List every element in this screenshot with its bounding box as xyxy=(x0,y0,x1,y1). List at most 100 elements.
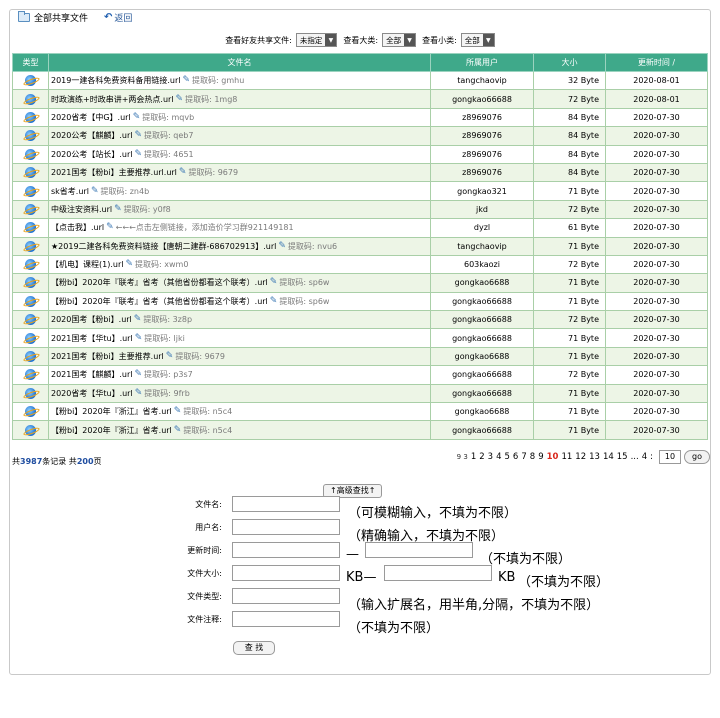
minor-select-value: 全部 xyxy=(464,35,480,45)
file-link[interactable]: 时政演练+时政串讲+两会热点.url xyxy=(51,95,174,104)
edit-note-icon[interactable]: ✎ xyxy=(135,388,143,398)
pager-link[interactable]: 8 xyxy=(530,452,535,462)
file-link[interactable]: 【点击我】.url xyxy=(51,223,104,232)
code-label: 提取码: xyxy=(287,241,315,251)
file-link[interactable]: 2019一建各科免费资料备用链接.url xyxy=(51,76,180,85)
edit-note-icon[interactable]: ✎ xyxy=(134,130,142,140)
pager-link[interactable]: 3 xyxy=(463,453,467,461)
code-value: sp6w xyxy=(308,296,330,306)
file-link[interactable]: 2021国考【麒麟】.url xyxy=(51,370,132,379)
col-header-user[interactable]: 所属用户 xyxy=(430,53,534,72)
pager-link[interactable]: 4 xyxy=(496,452,501,462)
table-row: 【粉bi】2020年『浙江』省考.url ✎ 提取码: n5c4 gongkao666… xyxy=(12,420,708,440)
cell-time: 2020-07-30 xyxy=(605,107,708,128)
size-unit-from: KB— xyxy=(346,570,377,585)
type-input[interactable] xyxy=(232,588,340,604)
pager-link[interactable]: 6 xyxy=(513,452,518,462)
size-from-input[interactable] xyxy=(232,565,340,581)
edit-note-icon[interactable]: ✎ xyxy=(182,75,190,85)
size-to-input[interactable] xyxy=(384,565,492,581)
file-link[interactable]: 2020省考【中G】.url xyxy=(51,113,131,122)
edit-note-icon[interactable]: ✎ xyxy=(278,241,286,251)
file-link[interactable]: ★2019二建各科免费资料链接【唐朝二建群-686702913】.url xyxy=(51,242,276,251)
go-button[interactable]: go xyxy=(684,450,710,464)
pager-link[interactable]: 11 xyxy=(561,452,572,462)
file-link[interactable]: 【粉bi】2020年『浙江』省考.url xyxy=(51,407,172,416)
edit-note-icon[interactable]: ✎ xyxy=(125,259,133,269)
pager-link[interactable]: 9 xyxy=(538,452,543,462)
cell-size: 71 Byte xyxy=(533,181,606,201)
file-link[interactable]: sk省考.url xyxy=(51,187,89,196)
time-to-input[interactable] xyxy=(365,542,473,558)
code-value: qeb7 xyxy=(173,131,194,141)
edit-note-icon[interactable]: ✎ xyxy=(133,112,141,122)
cell-filename: ★2019二建各科免费资料链接【唐朝二建群-686702913】.url ✎ 提取码… xyxy=(48,236,431,256)
pager-link[interactable]: 13 xyxy=(589,452,600,462)
edit-note-icon[interactable]: ✎ xyxy=(270,296,278,306)
edit-note-icon[interactable]: ✎ xyxy=(166,351,174,361)
minor-select[interactable]: 全部 ▼ xyxy=(460,33,495,47)
edit-note-icon[interactable]: ✎ xyxy=(179,167,187,177)
table-row: 时政演练+时政串讲+两会热点.url ✎ 提取码: 1mg8 gongkao66688… xyxy=(12,89,708,109)
cell-time: 2020-07-30 xyxy=(605,218,708,238)
cell-user: z8969076 xyxy=(430,144,534,164)
filename-input[interactable] xyxy=(232,496,340,512)
col-header-size[interactable]: 大小 xyxy=(533,53,606,72)
major-select[interactable]: 全部 ▼ xyxy=(382,33,417,47)
time-from-input[interactable] xyxy=(232,542,340,558)
col-header-type[interactable]: 类型 xyxy=(12,53,49,72)
back-button[interactable]: ↶ 返回 xyxy=(104,11,132,24)
friend-select[interactable]: 未指定 ▼ xyxy=(295,33,338,47)
cell-user: z8969076 xyxy=(430,162,534,183)
pager-link[interactable]: 2 xyxy=(479,452,484,462)
pager-link[interactable]: 4 xyxy=(642,452,647,462)
cell-size: 72 Byte xyxy=(533,365,606,385)
file-link[interactable]: 2020公考【麒麟】.url xyxy=(51,131,132,140)
search-submit-button[interactable]: 查 找 xyxy=(233,641,275,655)
comment-input[interactable] xyxy=(232,611,340,627)
cell-size: 71 Byte xyxy=(533,236,606,256)
col-header-filename[interactable]: 文件名 xyxy=(48,53,431,72)
file-link[interactable]: 2021国考【粉bi】主要推荐.url.url xyxy=(51,168,177,177)
edit-note-icon[interactable]: ✎ xyxy=(134,149,142,159)
pager-link[interactable]: 9 xyxy=(457,453,461,461)
pager-link[interactable]: 12 xyxy=(575,452,586,462)
header-bar: 全部共享文件 ↶ 返回 xyxy=(18,9,132,25)
pager-link[interactable]: 14 xyxy=(603,452,614,462)
file-link[interactable]: 【粉bi】2020年『联考』省考（其他省份都看这个联考）.url xyxy=(51,297,268,306)
cell-user: gongkao321 xyxy=(430,181,534,201)
page-number-input[interactable]: 10 xyxy=(659,450,681,464)
file-link[interactable]: 【粉bi】2020年『浙江』省考.url xyxy=(51,426,172,435)
edit-note-icon[interactable]: ✎ xyxy=(106,222,114,232)
edit-note-icon[interactable]: ✎ xyxy=(114,204,122,214)
pager-link[interactable]: 1 xyxy=(471,452,476,462)
cell-size: 72 Byte xyxy=(533,89,606,109)
edit-note-icon[interactable]: ✎ xyxy=(174,425,182,435)
col-header-time[interactable]: 更新时间 / xyxy=(605,53,708,72)
edit-note-icon[interactable]: ✎ xyxy=(134,314,142,324)
edit-note-icon[interactable]: ✎ xyxy=(270,277,278,287)
username-input[interactable] xyxy=(232,519,340,535)
pager-link[interactable]: 5 xyxy=(505,452,510,462)
edit-note-icon[interactable]: ✎ xyxy=(134,369,142,379)
table-row: 2020省考【华tu】.url ✎ 提取码: 9frb gongkao66688 71 … xyxy=(12,383,708,404)
edit-note-icon[interactable]: ✎ xyxy=(91,186,99,196)
file-link[interactable]: 2021国考【华tu】.url xyxy=(51,334,133,343)
file-link[interactable]: 2020国考【粉bi】.url xyxy=(51,315,132,324)
file-link[interactable]: 【机电】课程(1).url xyxy=(51,260,123,269)
file-link[interactable]: 中级注安资料.url xyxy=(51,205,112,214)
edit-note-icon[interactable]: ✎ xyxy=(135,333,143,343)
edit-note-icon[interactable]: ✎ xyxy=(176,94,184,104)
pager-link[interactable]: 15 xyxy=(617,452,628,462)
file-link[interactable]: 2020公考【站长】.url xyxy=(51,150,132,159)
cell-filename: 2021国考【麒麟】.url ✎ 提取码: p3s7 xyxy=(48,365,431,385)
file-link[interactable]: 2020省考【华tu】.url xyxy=(51,389,133,398)
file-link[interactable]: 2021国考【粉bi】主要推荐.url xyxy=(51,352,164,361)
pager-link[interactable]: 7 xyxy=(521,452,526,462)
file-link[interactable]: 【粉bi】2020年『联考』省考（其他省份都看这个联考）.url xyxy=(51,278,268,287)
cell-filename: 2020省考【中G】.url ✎ 提取码: mqvb xyxy=(48,107,431,128)
cell-user: z8969076 xyxy=(430,107,534,128)
edit-note-icon[interactable]: ✎ xyxy=(174,406,182,416)
pager-link[interactable]: 3 xyxy=(488,452,493,462)
time-note: （不填为不限） xyxy=(480,552,572,567)
